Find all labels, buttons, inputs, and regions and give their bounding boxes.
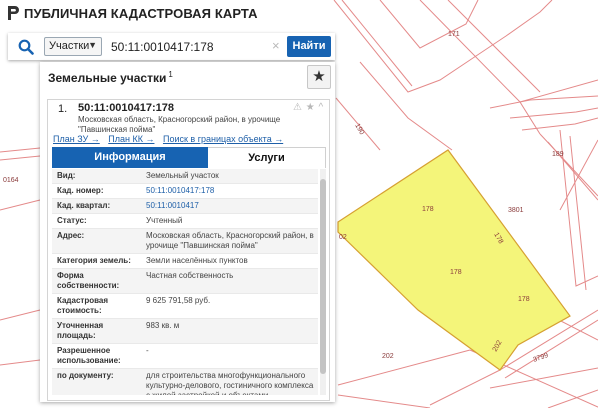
info-row-value: 983 кв. м — [146, 321, 180, 330]
find-button[interactable]: Найти — [287, 36, 331, 57]
plan-kk-link[interactable]: План КК → — [108, 134, 154, 144]
map-label: 0164 — [3, 177, 19, 184]
clear-icon[interactable]: × — [272, 38, 280, 53]
map-label: 3801 — [508, 207, 524, 214]
search-type-label: Участки — [49, 40, 90, 52]
map-label: 171 — [448, 31, 460, 38]
search-input[interactable] — [108, 35, 289, 58]
scrollbar-thumb[interactable] — [320, 179, 326, 374]
result-actions-icons[interactable]: ⚠ ★ ^ — [293, 102, 324, 113]
info-row: Форма собственности: Частная собственност… — [52, 269, 318, 294]
map-label: 02 — [339, 234, 347, 241]
info-row: Кад. номер: 50:11:0010417:178 — [52, 184, 318, 199]
info-row: Вид: Земельный участок — [52, 169, 318, 184]
info-row: Разрешенное использование: - — [52, 344, 318, 369]
search-in-bounds-link[interactable]: Поиск в границах объекта → — [163, 134, 283, 144]
info-row: Адрес: Московская область, Красногорский … — [52, 229, 318, 254]
scrollbar[interactable] — [320, 169, 326, 395]
info-row-key: Адрес: — [57, 231, 85, 240]
info-row-value: Частная собственность — [146, 271, 234, 280]
tab-information[interactable]: Информация — [52, 147, 208, 168]
info-row: Категория земель: Земли населённых пункто… — [52, 254, 318, 269]
logo-icon — [8, 6, 19, 20]
tab-services[interactable]: Услуги — [208, 147, 326, 168]
info-row-key: по документу: — [57, 371, 114, 380]
map-label: 189 — [552, 151, 564, 158]
info-row: по документу: для строительства многофунк… — [52, 369, 318, 395]
info-row-value: Московская область, Красногорский район,… — [146, 231, 314, 250]
search-bar: Участки ▼ × Найти — [8, 33, 335, 60]
app-header: ПУБЛИЧНАЯ КАДАСТРОВАЯ КАРТА — [0, 0, 330, 26]
search-icon[interactable] — [18, 39, 34, 55]
results-count: 1 — [168, 70, 173, 79]
panel-title: Земельные участки 1 — [48, 70, 173, 85]
info-row-key: Разрешенное использование: — [57, 346, 121, 365]
info-row-key: Кад. номер: — [57, 186, 104, 195]
info-row-key: Кад. квартал: — [57, 201, 111, 210]
map-label: 202 — [382, 353, 394, 360]
result-tabs: Информация Услуги — [52, 147, 326, 168]
info-row: Кад. квартал: 50:11:0010417 — [52, 199, 318, 214]
info-row-key: Статус: — [57, 216, 87, 225]
info-row-value: 9 625 791,58 руб. — [146, 296, 211, 305]
info-row-key: Уточненная площадь: — [57, 321, 104, 340]
info-row-value[interactable]: 50:11:0010417 — [142, 199, 318, 213]
info-row-value: Земельный участок — [146, 171, 219, 180]
app-title: ПУБЛИЧНАЯ КАДАСТРОВАЯ КАРТА — [24, 6, 258, 21]
info-row-key: Вид: — [57, 171, 76, 180]
info-row-value: Земли населённых пунктов — [146, 256, 248, 265]
chevron-down-icon: ▼ — [88, 40, 97, 50]
search-type-select[interactable]: Участки ▼ — [44, 37, 102, 56]
info-row-value: для строительства многофункционального к… — [146, 371, 314, 395]
info-row-key: Форма собственности: — [57, 271, 120, 290]
info-row-key: Категория земель: — [57, 256, 131, 265]
results-panel: Земельные участки 1 ★ 1. 50:11:0010417:17… — [40, 62, 335, 402]
info-row-value: - — [146, 346, 149, 355]
result-card: 1. 50:11:0010417:178 Московская область,… — [47, 99, 330, 401]
map-label: 178 — [450, 269, 462, 276]
info-row-key: Кадастровая стоимость: — [57, 296, 109, 315]
map-label: 178 — [422, 206, 434, 213]
info-row: Кадастровая стоимость: 9 625 791,58 руб. — [52, 294, 318, 319]
panel-title-text: Земельные участки — [48, 71, 167, 85]
result-index: 1. — [58, 103, 68, 115]
info-row-value[interactable]: 50:11:0010417:178 — [142, 184, 318, 198]
info-row: Уточненная площадь: 983 кв. м — [52, 319, 318, 344]
result-links: План ЗУ → План КК → Поиск в границах объ… — [53, 134, 328, 144]
info-row-value: Учтенный — [146, 216, 183, 225]
favorites-button[interactable]: ★ — [307, 65, 331, 89]
info-table: Вид: Земельный участок Кад. номер: 50:11:00… — [52, 169, 318, 395]
map-label: 178 — [518, 296, 530, 303]
result-cadastral-id[interactable]: 50:11:0010417:178 — [78, 102, 174, 114]
plan-zu-link[interactable]: План ЗУ → — [53, 134, 100, 144]
result-address: Московская область, Красногорский район,… — [78, 115, 281, 134]
info-row: Статус: Учтенный — [52, 214, 318, 229]
